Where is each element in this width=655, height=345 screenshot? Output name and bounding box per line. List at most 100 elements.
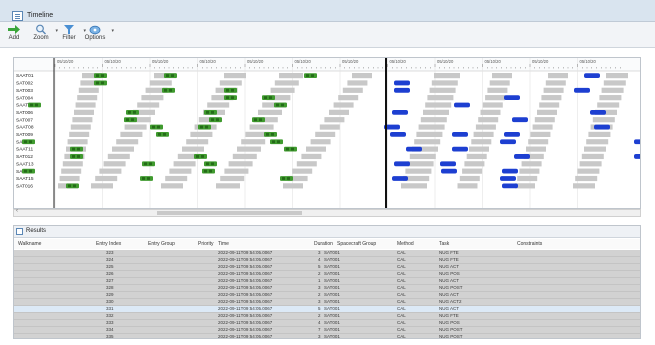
gantt-task-bar[interactable] — [581, 153, 604, 160]
gantt-pass-marker[interactable] — [590, 109, 606, 115]
gantt-task-bar[interactable] — [431, 80, 458, 86]
gantt-contact-marker[interactable] — [194, 154, 207, 159]
gantt-task-bar[interactable] — [69, 131, 90, 137]
gantt-pass-marker[interactable] — [500, 176, 516, 181]
gantt-pass-marker[interactable] — [406, 146, 422, 152]
gantt-task-bar[interactable] — [310, 139, 331, 145]
table-row[interactable]: 329 2022-09-11T09:54:05.0067 2 SAT001 CAL NUG… — [14, 292, 640, 299]
gantt-task-bar[interactable] — [258, 109, 282, 115]
gantt-contact-marker[interactable] — [156, 132, 169, 137]
gantt-contact-marker[interactable] — [264, 132, 277, 137]
gantt-task-bar[interactable] — [584, 146, 606, 152]
gantt-task-bar[interactable] — [70, 124, 91, 130]
gantt-contact-marker[interactable] — [164, 73, 177, 78]
results-tab[interactable]: Results — [14, 226, 640, 238]
gantt-contact-marker[interactable] — [94, 80, 107, 86]
gantt-contact-marker[interactable] — [70, 146, 83, 152]
gantt-task-bar[interactable] — [541, 95, 562, 101]
gantt-task-bar[interactable] — [405, 168, 432, 174]
gantt-contact-marker[interactable] — [66, 183, 79, 189]
gantt-task-bar[interactable] — [74, 109, 94, 115]
gantt-pass-marker[interactable] — [394, 87, 410, 93]
gantt-task-bar[interactable] — [324, 117, 345, 123]
gantt-task-bar[interactable] — [241, 139, 266, 145]
gantt-pass-marker[interactable] — [392, 176, 408, 181]
gantt-task-bar[interactable] — [473, 131, 494, 137]
gantt-pass-marker[interactable] — [504, 132, 520, 137]
gantt-pass-marker[interactable] — [394, 80, 410, 86]
gantt-task-bar[interactable] — [296, 161, 317, 167]
gantt-task-bar[interactable] — [224, 73, 246, 79]
gantt-contact-marker[interactable] — [274, 102, 287, 108]
gantt-pass-marker[interactable] — [584, 73, 600, 78]
gantt-task-bar[interactable] — [517, 175, 538, 182]
gantt-task-bar[interactable] — [420, 117, 447, 123]
gantt-task-bar[interactable] — [586, 139, 609, 145]
gantt-task-bar[interactable] — [592, 117, 615, 123]
gantt-task-bar[interactable] — [78, 87, 99, 93]
gantt-task-bar[interactable] — [526, 146, 546, 152]
options-dropdown-arrow-icon[interactable]: ▾ — [111, 28, 114, 34]
gantt-task-bar[interactable] — [72, 117, 93, 123]
gantt-task-bar[interactable] — [545, 80, 566, 86]
gantt-task-bar[interactable] — [407, 161, 434, 167]
gantt-task-bar[interactable] — [532, 124, 553, 130]
gantt-task-bar[interactable] — [161, 183, 183, 189]
table-row[interactable]: 325 2022-09-11T09:54:05.0067 5 SAT001 CAL NUG… — [14, 264, 640, 271]
gantt-task-bar[interactable] — [577, 168, 600, 174]
gantt-task-bar[interactable] — [99, 168, 122, 174]
gantt-contact-marker[interactable] — [280, 176, 293, 181]
column-header-entry-index[interactable]: Entry Index — [96, 241, 121, 247]
gantt-task-bar[interactable] — [116, 139, 139, 145]
gantt-task-bar[interactable] — [521, 161, 542, 167]
gantt-contact-marker[interactable] — [202, 168, 215, 174]
gantt-pass-marker[interactable] — [504, 95, 520, 101]
column-header-time[interactable]: Time — [218, 241, 229, 247]
gantt-task-bar[interactable] — [548, 73, 568, 79]
gantt-task-bar[interactable] — [478, 117, 499, 123]
filter-button[interactable]: Filter ▾ — [58, 24, 86, 41]
gantt-contact-marker[interactable] — [224, 95, 237, 101]
gantt-task-bar[interactable] — [530, 131, 551, 137]
gantt-pass-marker[interactable] — [500, 139, 516, 145]
table-row[interactable]: 333 2022-09-11T09:54:05.0067 4 SAT001 CAL NUG… — [14, 320, 640, 327]
gantt-task-bar[interactable] — [91, 183, 113, 189]
gantt-pass-marker[interactable] — [512, 117, 528, 123]
table-row[interactable]: 324 2022-09-11T09:54:05.0067 4 SAT001 CAL NUG… — [14, 257, 640, 264]
gantt-task-bar[interactable] — [489, 80, 510, 86]
gantt-task-bar[interactable] — [237, 146, 261, 152]
gantt-contact-marker[interactable] — [28, 102, 41, 108]
gantt-task-bar[interactable] — [487, 87, 508, 93]
gantt-task-bar[interactable] — [283, 183, 303, 189]
gantt-contact-marker[interactable] — [304, 73, 317, 78]
column-header-duration[interactable]: Duration — [314, 241, 333, 247]
gantt-task-bar[interactable] — [459, 175, 480, 182]
gantt-pass-marker[interactable] — [634, 139, 640, 145]
gantt-task-bar[interactable] — [137, 102, 160, 108]
gantt-task-bar[interactable] — [482, 102, 503, 108]
gantt-task-bar[interactable] — [149, 80, 172, 86]
gantt-task-bar[interactable] — [292, 168, 313, 174]
gantt-task-bar[interactable] — [219, 80, 242, 86]
gantt-task-bar[interactable] — [601, 87, 624, 93]
gantt-task-bar[interactable] — [539, 102, 560, 108]
gantt-contact-marker[interactable] — [22, 139, 35, 145]
table-row[interactable]: 335 2022-09-11T09:54:05.0067 3 SAT001 CAL NUG… — [14, 334, 640, 338]
gantt-task-bar[interactable] — [475, 124, 496, 130]
gantt-pass-marker[interactable] — [502, 183, 518, 189]
zoom-button[interactable]: Zoom ▾ — [30, 24, 58, 41]
gantt-task-bar[interactable] — [485, 95, 506, 101]
table-row[interactable]: 334 2022-09-11T09:54:05.0067 7 SAT001 CAL NUG… — [14, 327, 640, 334]
table-row[interactable]: 326 2022-09-11T09:54:05.0067 2 SAT001 CAL NUG… — [14, 271, 640, 278]
column-header-constraints[interactable]: Constraints — [517, 241, 542, 247]
gantt-task-bar[interactable] — [315, 131, 336, 137]
gantt-task-bar[interactable] — [338, 95, 359, 101]
column-header-priority[interactable]: Priority — [198, 241, 214, 247]
gantt-task-bar[interactable] — [543, 87, 564, 93]
gantt-task-bar[interactable] — [190, 131, 213, 137]
gantt-task-bar[interactable] — [169, 168, 192, 174]
column-header-entry-group[interactable]: Entry Group — [148, 241, 175, 247]
gantt-contact-marker[interactable] — [270, 139, 283, 145]
gantt-task-bar[interactable] — [216, 183, 240, 189]
gantt-task-bar[interactable] — [120, 131, 143, 137]
